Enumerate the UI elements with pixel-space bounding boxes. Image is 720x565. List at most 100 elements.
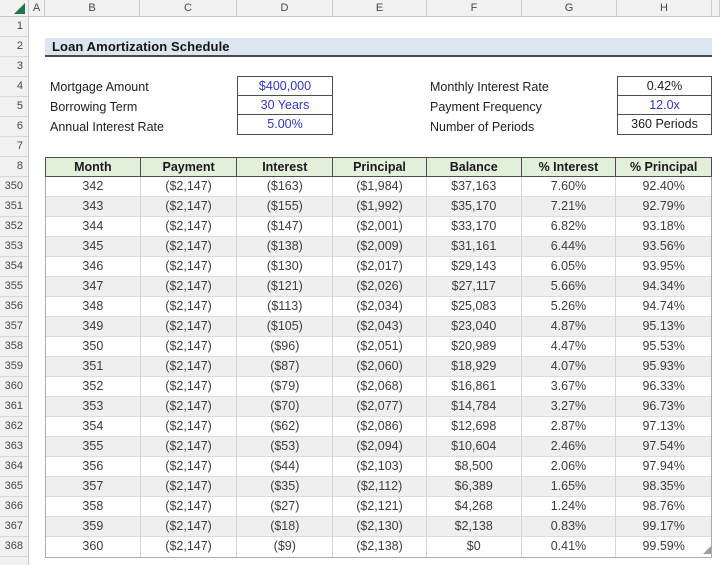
table-cell[interactable]: 92.79% <box>616 197 711 217</box>
row-header-359[interactable]: 359 <box>0 357 28 377</box>
table-cell[interactable]: ($163) <box>237 177 333 197</box>
table-cell[interactable]: ($18) <box>237 517 333 537</box>
table-cell[interactable]: ($2,034) <box>333 297 427 317</box>
page-title[interactable]: Loan Amortization Schedule <box>45 38 712 57</box>
table-cell[interactable]: ($2,147) <box>141 457 238 477</box>
table-cell[interactable]: 3.27% <box>522 397 617 417</box>
column-header-principal[interactable]: Principal <box>333 158 427 176</box>
table-cell[interactable]: 99.59% <box>616 537 711 557</box>
table-cell[interactable]: ($2,051) <box>333 337 427 357</box>
row-header-365[interactable]: 365 <box>0 477 28 497</box>
table-cell[interactable]: 96.73% <box>616 397 711 417</box>
table-cell[interactable]: 94.34% <box>616 277 711 297</box>
row-header-356[interactable]: 356 <box>0 297 28 317</box>
table-cell[interactable]: ($35) <box>237 477 333 497</box>
table-cell[interactable]: ($9) <box>237 537 333 557</box>
table-cell[interactable]: 2.06% <box>522 457 617 477</box>
table-cell[interactable]: ($2,112) <box>333 477 427 497</box>
table-cell[interactable]: 93.56% <box>616 237 711 257</box>
column-header-interest[interactable]: % Interest <box>522 158 617 176</box>
table-cell[interactable]: ($2,068) <box>333 377 427 397</box>
table-cell[interactable]: ($2,103) <box>333 457 427 477</box>
table-cell[interactable]: 2.87% <box>522 417 617 437</box>
table-cell[interactable]: 355 <box>46 437 141 457</box>
table-cell[interactable]: ($2,121) <box>333 497 427 517</box>
table-cell[interactable]: ($87) <box>237 357 333 377</box>
table-cell[interactable]: 360 <box>46 537 141 557</box>
table-cell[interactable]: 1.24% <box>522 497 617 517</box>
table-cell[interactable]: ($2,017) <box>333 257 427 277</box>
table-cell[interactable]: 5.66% <box>522 277 617 297</box>
table-cell[interactable]: ($2,094) <box>333 437 427 457</box>
table-cell[interactable]: ($155) <box>237 197 333 217</box>
table-cell[interactable]: $20,989 <box>427 337 522 357</box>
table-cell[interactable]: 354 <box>46 417 141 437</box>
table-cell[interactable]: ($2,147) <box>141 517 238 537</box>
table-cell[interactable]: 345 <box>46 237 141 257</box>
table-cell[interactable]: ($2,147) <box>141 377 238 397</box>
column-header-g[interactable]: G <box>522 0 617 16</box>
table-cell[interactable]: ($2,147) <box>141 277 238 297</box>
table-cell[interactable]: $0 <box>427 537 522 557</box>
row-header-4[interactable]: 4 <box>0 77 28 97</box>
column-header-b[interactable]: B <box>45 0 140 16</box>
table-cell[interactable]: ($1,984) <box>333 177 427 197</box>
table-cell[interactable]: ($2,147) <box>141 297 238 317</box>
table-cell[interactable]: ($2,026) <box>333 277 427 297</box>
table-cell[interactable]: 4.87% <box>522 317 617 337</box>
table-cell[interactable]: $4,268 <box>427 497 522 517</box>
table-cell[interactable]: ($2,086) <box>333 417 427 437</box>
table-cell[interactable]: ($105) <box>237 317 333 337</box>
table-cell[interactable]: 5.26% <box>522 297 617 317</box>
table-cell[interactable]: ($2,147) <box>141 257 238 277</box>
row-header-357[interactable]: 357 <box>0 317 28 337</box>
table-cell[interactable]: $16,861 <box>427 377 522 397</box>
row-header-2[interactable]: 2 <box>0 37 28 57</box>
table-cell[interactable]: 358 <box>46 497 141 517</box>
table-cell[interactable]: ($2,147) <box>141 237 238 257</box>
table-cell[interactable]: 347 <box>46 277 141 297</box>
row-header-367[interactable]: 367 <box>0 517 28 537</box>
row-header-363[interactable]: 363 <box>0 437 28 457</box>
table-cell[interactable]: 97.94% <box>616 457 711 477</box>
table-cell[interactable]: $27,117 <box>427 277 522 297</box>
column-header-interest[interactable]: Interest <box>237 158 333 176</box>
table-cell[interactable]: $35,170 <box>427 197 522 217</box>
label-number-of-periods[interactable]: Number of Periods <box>430 117 534 137</box>
table-cell[interactable]: ($2,147) <box>141 337 238 357</box>
column-header-balance[interactable]: Balance <box>427 158 522 176</box>
borrowing-term-value[interactable]: 30 Years <box>238 96 332 115</box>
table-cell[interactable]: 2.46% <box>522 437 617 457</box>
table-cell[interactable]: ($138) <box>237 237 333 257</box>
table-cell[interactable]: ($2,147) <box>141 197 238 217</box>
table-cell[interactable]: $31,161 <box>427 237 522 257</box>
table-cell[interactable]: 6.05% <box>522 257 617 277</box>
number-of-periods-value[interactable]: 360 Periods <box>618 115 711 134</box>
table-cell[interactable]: ($2,138) <box>333 537 427 557</box>
table-cell[interactable]: 349 <box>46 317 141 337</box>
table-cell[interactable]: ($2,043) <box>333 317 427 337</box>
table-cell[interactable]: 4.47% <box>522 337 617 357</box>
label-annual-interest-rate[interactable]: Annual Interest Rate <box>50 117 164 137</box>
table-cell[interactable]: ($2,147) <box>141 437 238 457</box>
table-cell[interactable]: 93.95% <box>616 257 711 277</box>
table-cell[interactable]: 97.13% <box>616 417 711 437</box>
table-cell[interactable]: 351 <box>46 357 141 377</box>
column-header-month[interactable]: Month <box>46 158 141 176</box>
mortgage-amount-value[interactable]: $400,000 <box>238 77 332 96</box>
label-borrowing-term[interactable]: Borrowing Term <box>50 97 137 117</box>
table-cell[interactable]: $25,083 <box>427 297 522 317</box>
table-cell[interactable]: 357 <box>46 477 141 497</box>
table-cell[interactable]: 0.83% <box>522 517 617 537</box>
column-header-d[interactable]: D <box>237 0 333 16</box>
monthly-interest-rate-value[interactable]: 0.42% <box>618 77 711 96</box>
table-cell[interactable]: 352 <box>46 377 141 397</box>
table-cell[interactable]: ($2,147) <box>141 537 238 557</box>
label-monthly-interest-rate[interactable]: Monthly Interest Rate <box>430 77 549 97</box>
column-header-c[interactable]: C <box>140 0 237 16</box>
table-cell[interactable]: $8,500 <box>427 457 522 477</box>
table-cell[interactable]: $12,698 <box>427 417 522 437</box>
row-header-360[interactable]: 360 <box>0 377 28 397</box>
annual-interest-rate-value[interactable]: 5.00% <box>238 115 332 134</box>
table-cell[interactable]: 94.74% <box>616 297 711 317</box>
